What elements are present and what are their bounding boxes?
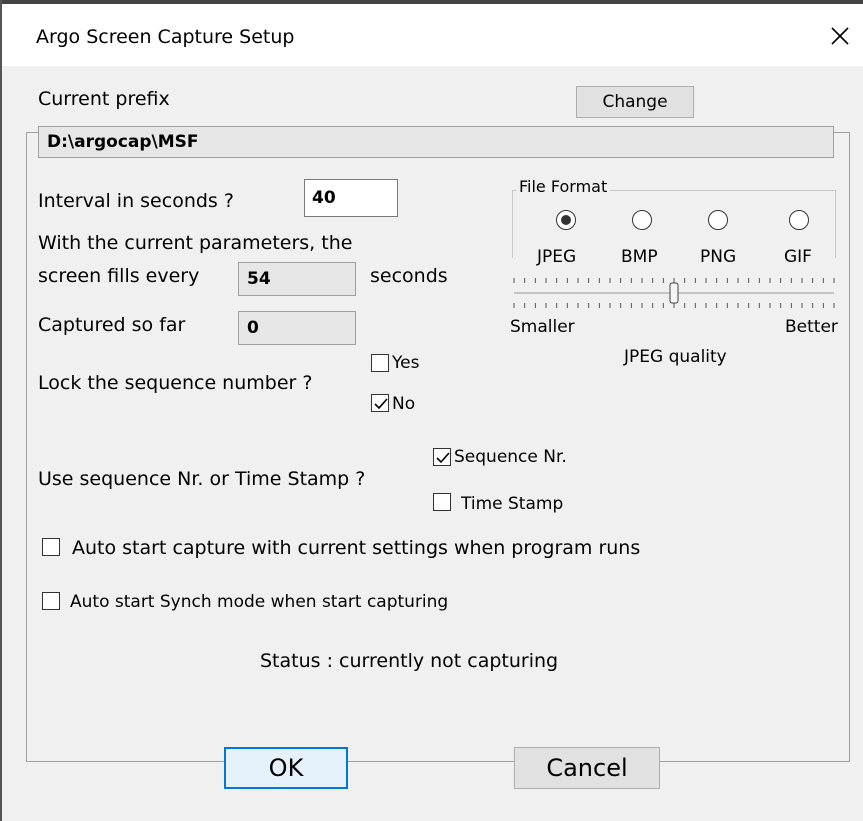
radio-png[interactable] (708, 210, 728, 230)
fill-seconds-field: 54 (238, 262, 356, 296)
checkmark-icon (436, 452, 450, 464)
format-label-png: PNG (700, 247, 737, 267)
radio-selected-dot (561, 215, 571, 225)
fill-text-line2: screen fills every (38, 265, 200, 287)
cancel-button[interactable]: Cancel (514, 747, 660, 789)
sequence-nr-checkbox[interactable] (433, 448, 451, 466)
jpeg-quality-slider[interactable] (510, 274, 838, 312)
time-stamp-checkbox[interactable] (433, 493, 451, 511)
radio-bmp[interactable] (632, 210, 652, 230)
title-bar: Argo Screen Capture Setup (2, 4, 863, 66)
sequence-nr-label: Sequence Nr. (454, 447, 567, 467)
file-format-legend: File Format (516, 177, 611, 196)
status-text: Status : currently not capturing (260, 650, 559, 672)
auto-synch-label: Auto start Synch mode when start capturi… (70, 592, 449, 612)
fill-unit-label: seconds (370, 265, 448, 287)
ok-button[interactable]: OK (224, 747, 348, 789)
captured-label: Captured so far (38, 314, 186, 336)
lock-yes-label: Yes (392, 353, 420, 373)
fill-text-line1: With the current parameters, the (38, 232, 353, 254)
radio-jpeg[interactable] (556, 210, 576, 230)
lock-no-checkbox[interactable] (371, 394, 389, 412)
quality-max-label: Better (785, 317, 838, 337)
captured-field: 0 (238, 311, 356, 345)
prefix-field: D:\argocap\MSF (38, 126, 834, 158)
auto-synch-checkbox[interactable] (42, 592, 60, 610)
interval-label: Interval in seconds ? (38, 190, 234, 212)
radio-gif[interactable] (789, 210, 809, 230)
prefix-label: Current prefix (38, 88, 170, 110)
lock-yes-checkbox[interactable] (371, 354, 389, 372)
format-label-jpeg: JPEG (537, 247, 577, 267)
sequence-mode-label: Use sequence Nr. or Time Stamp ? (38, 468, 366, 490)
change-prefix-button[interactable]: Change (576, 86, 694, 118)
dialog-body: Current prefix Change D:\argocap\MSF Int… (2, 66, 863, 821)
lock-no-label: No (392, 394, 416, 414)
time-stamp-label: Time Stamp (461, 494, 564, 514)
close-button[interactable] (820, 16, 860, 56)
lock-sequence-label: Lock the sequence number ? (38, 372, 313, 394)
auto-start-label: Auto start capture with current settings… (72, 537, 641, 559)
interval-input[interactable]: 40 (304, 179, 398, 217)
window-title: Argo Screen Capture Setup (36, 26, 295, 48)
checkmark-icon (374, 398, 388, 410)
quality-min-label: Smaller (510, 317, 575, 337)
close-icon (831, 27, 849, 45)
format-label-bmp: BMP (621, 247, 658, 267)
auto-start-checkbox[interactable] (42, 538, 60, 556)
format-label-gif: GIF (784, 247, 812, 267)
slider-thumb[interactable] (669, 282, 679, 304)
quality-label: JPEG quality (624, 347, 727, 367)
